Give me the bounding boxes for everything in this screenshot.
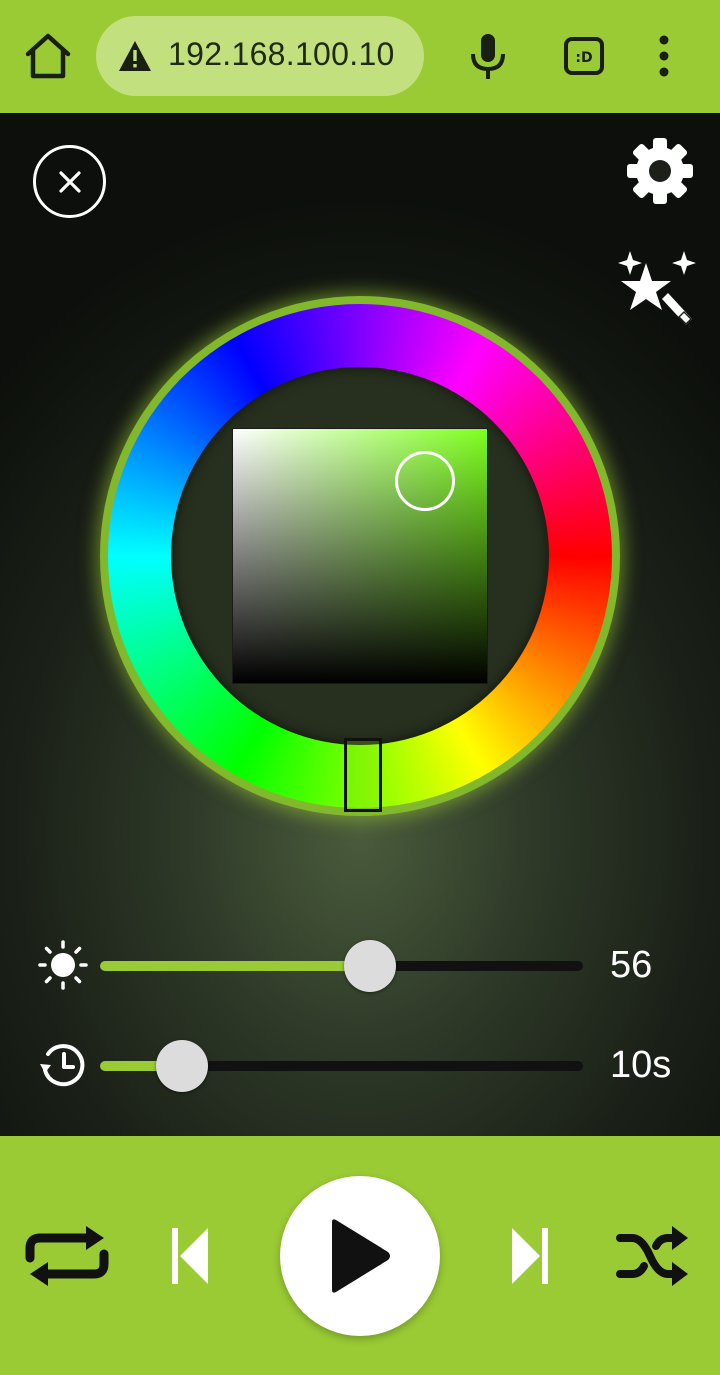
timer-thumb[interactable]	[156, 1040, 209, 1092]
gear-icon[interactable]	[626, 137, 694, 205]
skip-next-icon[interactable]	[510, 1224, 550, 1288]
skip-previous-icon[interactable]	[170, 1224, 210, 1288]
repeat-icon[interactable]	[24, 1224, 110, 1288]
magic-wand-icon[interactable]	[616, 249, 700, 333]
brightness-track[interactable]	[100, 961, 583, 971]
close-icon	[59, 171, 81, 193]
play-icon	[332, 1219, 390, 1293]
sv-cursor[interactable]	[395, 451, 455, 511]
tab-switcher-icon[interactable]: :D	[564, 37, 604, 75]
color-picker-panel: 56 10s	[0, 113, 720, 1136]
mic-icon[interactable]	[466, 32, 510, 80]
more-vert-icon[interactable]	[650, 34, 678, 78]
hue-handle[interactable]	[344, 738, 382, 812]
brightness-slider-row: 56	[0, 936, 720, 996]
svg-text::D: :D	[575, 50, 592, 66]
timer-slider-row: 10s	[0, 1036, 720, 1096]
brightness-fill	[100, 961, 371, 971]
shuffle-icon[interactable]	[616, 1224, 690, 1288]
close-button[interactable]	[33, 145, 106, 218]
url-text: 192.168.100.10	[168, 36, 395, 72]
address-bar[interactable]: 192.168.100.10	[96, 16, 424, 96]
history-timer-icon	[38, 1040, 88, 1090]
brightness-icon	[38, 940, 88, 990]
browser-toolbar: 192.168.100.10 :D	[0, 0, 720, 113]
warning-icon[interactable]	[118, 40, 152, 72]
timer-value: 10s	[610, 1044, 672, 1086]
brightness-value: 56	[610, 944, 653, 986]
play-button[interactable]	[280, 1176, 440, 1336]
playback-controls	[0, 1136, 720, 1375]
home-icon[interactable]	[22, 32, 74, 80]
brightness-thumb[interactable]	[344, 940, 397, 992]
color-wheel[interactable]	[100, 296, 620, 816]
